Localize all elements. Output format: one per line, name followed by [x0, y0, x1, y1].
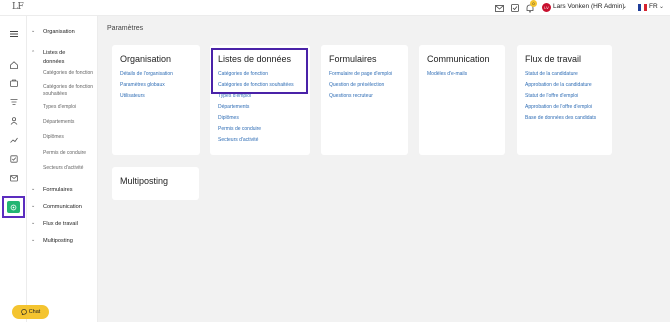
card-communication: Communication Modèles d'e-mails — [419, 45, 505, 155]
mail-icon[interactable] — [494, 3, 504, 13]
chevron-down-icon[interactable]: ⌄ — [31, 203, 35, 209]
link-departements[interactable]: Départements — [218, 104, 249, 110]
subnav-section-communication[interactable]: Communication — [43, 204, 82, 210]
link-utilisateurs[interactable]: Utilisateurs — [120, 93, 145, 99]
briefcase-icon[interactable] — [9, 75, 19, 87]
analytics-icon[interactable] — [9, 132, 19, 143]
app-logo[interactable]: LF — [12, 2, 24, 12]
link-question-preselection[interactable]: Question de présélection — [329, 82, 384, 88]
home-icon[interactable] — [9, 57, 19, 69]
subnav-section-organisation[interactable]: Organisation — [43, 29, 75, 35]
main-content: Paramètres Organisation Détails de l'org… — [98, 16, 670, 322]
card-organisation: Organisation Détails de l'organisation P… — [112, 45, 200, 155]
card-title: Multiposting — [120, 176, 169, 186]
filter-icon[interactable] — [9, 94, 19, 105]
chevron-down-icon[interactable]: ⌄ — [31, 220, 35, 226]
tasks-icon[interactable] — [510, 3, 520, 13]
link-parametres-globaux[interactable]: Paramètres globaux — [120, 82, 165, 88]
flag-fr-icon[interactable] — [638, 4, 647, 11]
chat-label: Chat — [28, 309, 41, 315]
subnav-item-categories-fonction[interactable]: Catégories de fonction — [43, 70, 95, 77]
subnav-item-permis[interactable]: Permis de conduire — [43, 150, 86, 157]
subnav-item-types-emploi[interactable]: Types d'emploi — [43, 104, 76, 111]
subnav-section-listes[interactable]: Listes de données — [43, 49, 79, 67]
checklist-icon[interactable] — [9, 151, 19, 163]
settings-icon[interactable] — [7, 201, 20, 213]
link-secteurs[interactable]: Secteurs d'activité — [218, 137, 258, 143]
link-statut-candidature[interactable]: Statut de la candidature — [525, 71, 578, 77]
card-title: Organisation — [120, 54, 172, 64]
link-diplomes[interactable]: Diplômes — [218, 115, 239, 121]
subnav-section-formulaires[interactable]: Formulaires — [43, 187, 73, 193]
settings-nav-highlight — [2, 196, 25, 218]
chevron-up-icon[interactable]: ⌃ — [31, 50, 35, 56]
top-bar: LF 0 LV Lars Vonken (HR Admin) ⌄ FR ⌄ — [0, 0, 670, 16]
chat-button[interactable]: Chat — [12, 305, 49, 319]
chevron-down-icon[interactable]: ⌄ — [622, 3, 627, 10]
highlight-box — [211, 48, 308, 94]
link-modeles-emails[interactable]: Modèles d'e-mails — [427, 71, 467, 77]
chevron-down-icon[interactable]: ⌄ — [31, 237, 35, 243]
card-title: Formulaires — [329, 54, 377, 64]
link-formulaire-page-emploi[interactable]: Formulaire de page d'emploi — [329, 71, 392, 77]
chevron-down-icon[interactable]: ⌄ — [31, 186, 35, 192]
inbox-icon[interactable] — [9, 170, 19, 182]
card-title: Flux de travail — [525, 54, 582, 64]
icon-rail — [0, 16, 27, 322]
link-details-organisation[interactable]: Détails de l'organisation — [120, 71, 173, 77]
avatar[interactable]: LV — [542, 3, 551, 12]
card-multiposting: Multiposting — [112, 167, 199, 200]
chevron-down-icon[interactable]: ⌄ — [31, 28, 35, 34]
language-selector[interactable]: FR — [649, 3, 658, 10]
card-formulaires: Formulaires Formulaire de page d'emploi … — [321, 45, 408, 155]
page-title: Paramètres — [107, 25, 144, 32]
subnav-item-secteurs[interactable]: Secteurs d'activité — [43, 165, 83, 172]
subnav-item-departements[interactable]: Départements — [43, 119, 74, 126]
chat-bubble-icon — [20, 309, 27, 315]
subnav-section-flux[interactable]: Flux de travail — [43, 221, 78, 227]
user-name[interactable]: Lars Vonken (HR Admin) — [553, 3, 625, 10]
chevron-down-icon[interactable]: ⌄ — [659, 3, 664, 10]
settings-subnav: ⌄ Organisation ⌃ Listes de données Catég… — [27, 16, 98, 322]
menu-icon[interactable] — [9, 26, 19, 37]
link-permis[interactable]: Permis de conduire — [218, 126, 261, 132]
link-base-candidats[interactable]: Base de données des candidats — [525, 115, 596, 121]
notification-badge: 0 — [530, 0, 537, 7]
link-approbation-candidature[interactable]: Approbation de la candidature — [525, 82, 592, 88]
link-approbation-offre[interactable]: Approbation de l'offre d'emploi — [525, 104, 592, 110]
subnav-item-categories-souhaitees[interactable]: Catégories de fonction souhaitées — [43, 84, 95, 98]
candidates-icon[interactable] — [9, 113, 19, 125]
subnav-section-multiposting[interactable]: Multiposting — [43, 238, 73, 244]
link-questions-recruteur[interactable]: Questions recruteur — [329, 93, 373, 99]
card-title: Communication — [427, 54, 490, 64]
link-statut-offre[interactable]: Statut de l'offre d'emploi — [525, 93, 578, 99]
card-flux-travail: Flux de travail Statut de la candidature… — [517, 45, 612, 155]
subnav-item-diplomes[interactable]: Diplômes — [43, 134, 64, 141]
